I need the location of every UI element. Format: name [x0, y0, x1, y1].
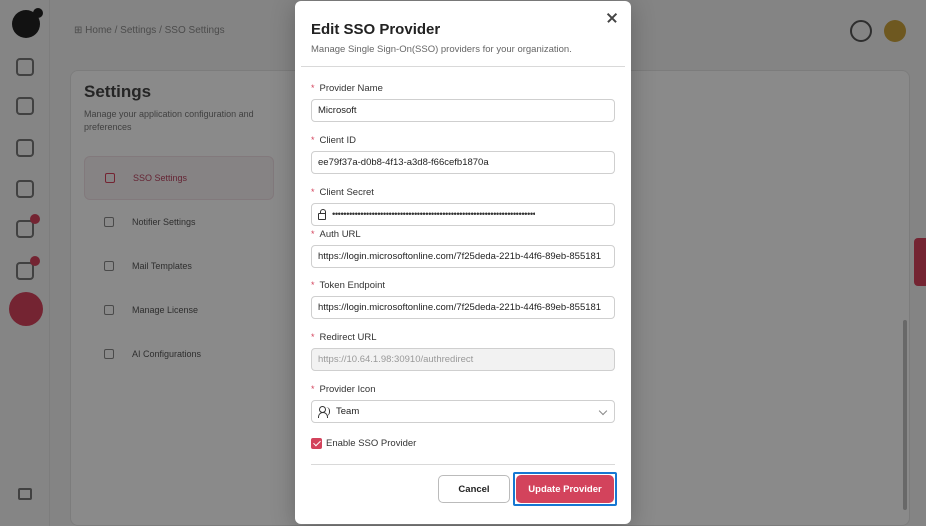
redirect-url-input: https://10.64.1.98:30910/authredirect: [311, 348, 615, 371]
team-icon: [318, 406, 330, 418]
redirect-url-label: * Redirect URL: [311, 332, 377, 343]
required-marker: *: [311, 332, 315, 342]
chevron-down-icon: [598, 406, 608, 416]
divider: [301, 66, 625, 67]
input-value: https://login.microsoftonline.com/7f25de…: [318, 302, 602, 313]
label-text: Token Endpoint: [319, 280, 386, 291]
enable-sso-checkbox[interactable]: [311, 438, 322, 449]
dialog-subtitle: Manage Single Sign-On(SSO) providers for…: [311, 44, 572, 55]
required-marker: *: [311, 229, 315, 239]
cancel-button[interactable]: Cancel: [438, 475, 510, 503]
auth-url-label: * Auth URL: [311, 229, 361, 240]
input-value: ee79f37a-d0b8-4f13-a3d8-f66cefb1870a: [318, 157, 489, 168]
label-text: Redirect URL: [319, 332, 377, 343]
auth-url-input[interactable]: https://login.microsoftonline.com/7f25de…: [311, 245, 615, 268]
lock-icon: [318, 208, 326, 220]
update-provider-button[interactable]: Update Provider: [516, 475, 614, 503]
label-text: Client ID: [319, 135, 356, 146]
token-endpoint-input[interactable]: https://login.microsoftonline.com/7f25de…: [311, 296, 615, 319]
label-text: Auth URL: [319, 229, 361, 240]
input-value: https://login.microsoftonline.com/7f25de…: [318, 251, 602, 262]
enable-sso-label[interactable]: Enable SSO Provider: [326, 438, 416, 449]
required-marker: *: [311, 83, 315, 93]
divider: [311, 464, 615, 465]
provider-name-label: * Provider Name: [311, 83, 383, 94]
required-marker: *: [311, 280, 315, 290]
provider-icon-label: * Provider Icon: [311, 384, 376, 395]
edit-sso-provider-dialog: Edit SSO Provider Manage Single Sign-On(…: [295, 1, 631, 524]
select-value: Team: [336, 406, 360, 417]
input-value: https://10.64.1.98:30910/authredirect: [318, 354, 474, 365]
close-icon[interactable]: [601, 7, 623, 29]
input-value: Microsoft: [318, 105, 357, 116]
label-text: Client Secret: [319, 187, 374, 198]
provider-icon-select[interactable]: Team: [311, 400, 615, 423]
provider-name-input[interactable]: Microsoft: [311, 99, 615, 122]
required-marker: *: [311, 384, 315, 394]
required-marker: *: [311, 187, 315, 197]
token-endpoint-label: * Token Endpoint: [311, 280, 385, 291]
client-id-label: * Client ID: [311, 135, 356, 146]
client-secret-input[interactable]: ••••••••••••••••••••••••••••••••••••••••…: [311, 203, 615, 226]
dialog-title: Edit SSO Provider: [311, 21, 441, 38]
client-id-input[interactable]: ee79f37a-d0b8-4f13-a3d8-f66cefb1870a: [311, 151, 615, 174]
input-value: ••••••••••••••••••••••••••••••••••••••••…: [332, 209, 536, 220]
required-marker: *: [311, 135, 315, 145]
label-text: Provider Icon: [319, 384, 376, 395]
label-text: Provider Name: [319, 83, 383, 94]
client-secret-label: * Client Secret: [311, 187, 374, 198]
